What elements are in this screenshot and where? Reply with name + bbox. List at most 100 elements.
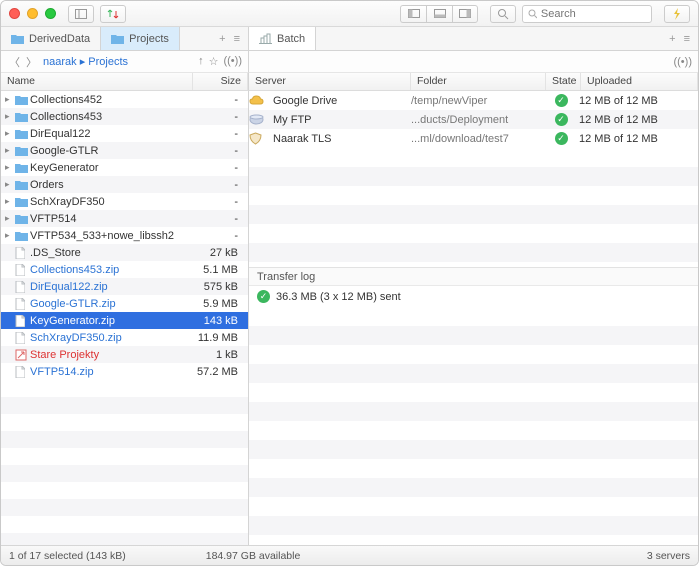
server-row[interactable]: Google Drive/temp/newViper✓12 MB of 12 M… (249, 91, 698, 110)
file-icon (15, 366, 30, 378)
tab-menu-button[interactable]: ≡ (231, 33, 243, 45)
left-column-header: Name Size (1, 73, 249, 91)
col-state[interactable]: State (546, 73, 581, 90)
file-name: SchXrayDF350.zip (30, 332, 189, 344)
disclosure-triangle[interactable]: ▸ (5, 196, 15, 207)
favorite-icon[interactable]: ☆ (209, 55, 219, 68)
col-folder[interactable]: Folder (411, 73, 546, 90)
zoom-window-button[interactable] (45, 8, 56, 19)
search-field[interactable] (522, 5, 652, 23)
file-row[interactable]: ▸DirEqual122- (1, 125, 248, 142)
file-size: 27 kB (189, 247, 244, 259)
server-state: ✓ (546, 113, 576, 126)
file-row[interactable]: ▸Orders- (1, 176, 248, 193)
action-button[interactable] (664, 5, 690, 23)
col-name[interactable]: Name (1, 73, 193, 90)
file-size: 5.9 MB (189, 298, 244, 310)
folder-icon (15, 231, 30, 241)
right-tabs: Batch + ≡ (249, 27, 698, 51)
file-row[interactable]: ▸KeyGenerator- (1, 159, 248, 176)
file-row[interactable]: Collections453.zip5.1 MB (1, 261, 248, 278)
right-breadcrumb-bar: ((•)) (249, 51, 698, 73)
file-list[interactable]: ▸Collections452-▸Collections453-▸DirEqua… (1, 91, 248, 545)
folder-icon (15, 163, 30, 173)
disclosure-triangle[interactable]: ▸ (5, 111, 15, 122)
close-window-button[interactable] (9, 8, 20, 19)
file-row[interactable]: ▸Google-GTLR- (1, 142, 248, 159)
file-row[interactable]: SchXrayDF350.zip11.9 MB (1, 329, 248, 346)
file-row[interactable]: ▸SchXrayDF350- (1, 193, 248, 210)
file-row[interactable]: Stare Projekty1 kB (1, 346, 248, 363)
sync-arrows-icon (107, 8, 119, 20)
file-name: DirEqual122 (30, 128, 189, 140)
nav-forward-button[interactable]: 〉 (24, 54, 39, 70)
file-row[interactable]: VFTP514.zip57.2 MB (1, 363, 248, 380)
file-row[interactable]: ▸VFTP534_533+nowe_libssh2- (1, 227, 248, 244)
file-icon (15, 264, 30, 276)
left-tabs: DerivedData Projects + ≡ (1, 27, 249, 51)
file-row[interactable]: ▸VFTP514- (1, 210, 248, 227)
layout-right-button[interactable] (452, 5, 478, 23)
nav-back-button[interactable]: 〈 (7, 54, 22, 70)
new-tab-button-right[interactable]: + (666, 33, 678, 45)
minimize-window-button[interactable] (27, 8, 38, 19)
disclosure-triangle[interactable]: ▸ (5, 162, 15, 173)
disclosure-triangle[interactable]: ▸ (5, 213, 15, 224)
quicklook-button[interactable] (490, 5, 516, 23)
new-tab-button[interactable]: + (216, 33, 228, 45)
left-pane: ▸Collections452-▸Collections453-▸DirEqua… (1, 91, 249, 545)
col-server[interactable]: Server (249, 73, 411, 90)
tab-label: Projects (129, 33, 169, 45)
file-row[interactable]: Google-GTLR.zip5.9 MB (1, 295, 248, 312)
titlebar (1, 1, 698, 27)
disclosure-triangle[interactable]: ▸ (5, 179, 15, 190)
sync-button[interactable] (100, 5, 126, 23)
app-window: DerivedData Projects + ≡ Batch + (0, 0, 699, 566)
file-name: Stare Projekty (30, 349, 189, 361)
status-servers: 3 servers (647, 550, 690, 562)
folder-icon (15, 197, 30, 207)
disclosure-triangle[interactable]: ▸ (5, 145, 15, 156)
check-icon: ✓ (555, 94, 568, 107)
status-bar: 1 of 17 selected (143 kB) 184.97 GB avai… (1, 545, 698, 565)
file-icon (15, 298, 30, 310)
file-size: - (189, 111, 244, 123)
file-name: Collections452 (30, 94, 189, 106)
disclosure-triangle[interactable]: ▸ (5, 128, 15, 139)
right-pane: Google Drive/temp/newViper✓12 MB of 12 M… (249, 91, 698, 545)
layout-bottom-button[interactable] (426, 5, 452, 23)
server-folder: ...ducts/Deployment (411, 114, 546, 126)
file-size: - (189, 179, 244, 191)
file-row[interactable]: KeyGenerator.zip143 kB (1, 312, 248, 329)
col-uploaded[interactable]: Uploaded (581, 73, 698, 90)
layout-left-button[interactable] (400, 5, 426, 23)
tab-deriveddata[interactable]: DerivedData (1, 27, 101, 50)
breadcrumb-path[interactable]: naarak ▸ Projects (43, 55, 194, 68)
transfer-log-body: ✓ 36.3 MB (3 x 12 MB) sent (249, 286, 698, 307)
layout-segmented-control[interactable] (400, 5, 478, 23)
file-row[interactable]: ▸Collections453- (1, 108, 248, 125)
server-folder: /temp/newViper (411, 95, 546, 107)
status-disk: 184.97 GB available (126, 550, 647, 562)
tab-menu-button-right[interactable]: ≡ (681, 33, 693, 45)
file-row[interactable]: ▸Collections452- (1, 91, 248, 108)
disclosure-triangle[interactable]: ▸ (5, 94, 15, 105)
tab-row: DerivedData Projects + ≡ Batch + (1, 27, 698, 51)
server-row[interactable]: My FTP...ducts/Deployment✓12 MB of 12 MB (249, 110, 698, 129)
col-size[interactable]: Size (193, 73, 248, 90)
disclosure-triangle[interactable]: ▸ (5, 230, 15, 241)
sort-up-icon[interactable]: ↑ (198, 55, 204, 68)
tab-batch[interactable]: Batch (249, 27, 316, 50)
file-size: 1 kB (189, 349, 244, 361)
magnifier-icon (497, 8, 509, 20)
sidebar-toggle-button[interactable] (68, 5, 94, 23)
file-row[interactable]: DirEqual122.zip575 kB (1, 278, 248, 295)
server-list[interactable]: Google Drive/temp/newViper✓12 MB of 12 M… (249, 91, 698, 148)
broadcast-icon[interactable]: ((•)) (223, 55, 242, 68)
server-row[interactable]: Naarak TLS...ml/download/test7✓12 MB of … (249, 129, 698, 148)
tab-projects[interactable]: Projects (101, 27, 180, 50)
broadcast-icon-right[interactable]: ((•)) (673, 56, 692, 68)
file-row[interactable]: .DS_Store27 kB (1, 244, 248, 261)
search-input[interactable] (541, 8, 646, 20)
file-name: DirEqual122.zip (30, 281, 189, 293)
